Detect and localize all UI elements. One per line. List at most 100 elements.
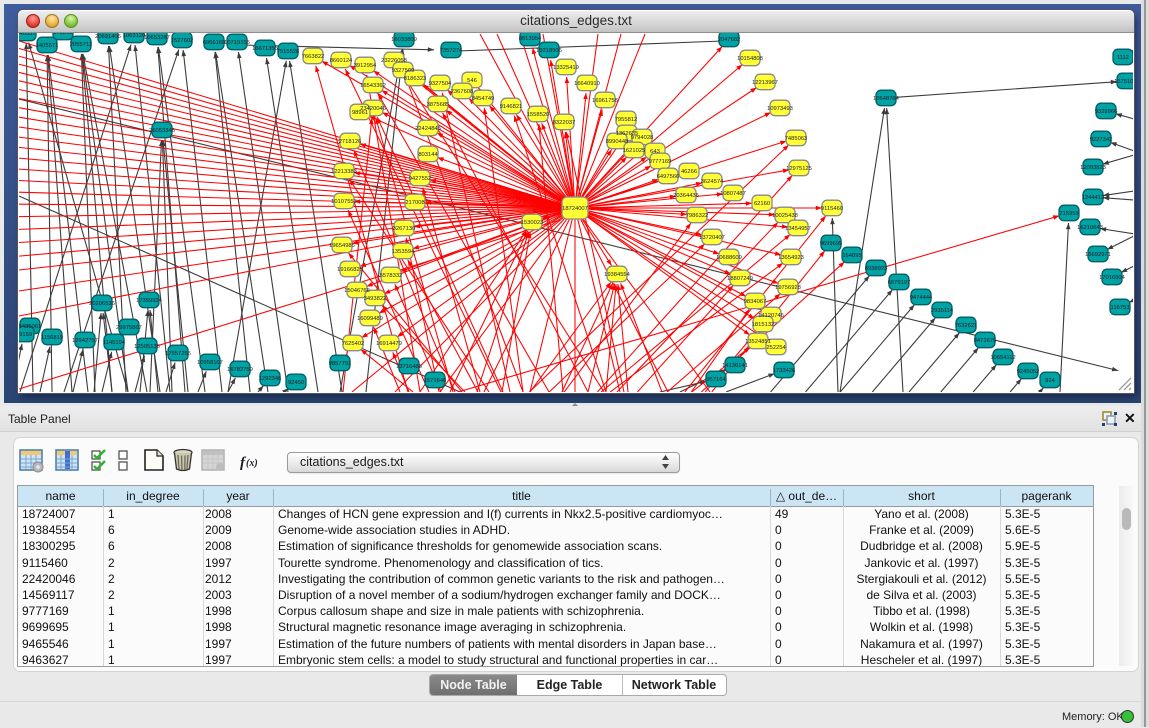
svg-text:10648764: 10648764 [873,96,900,102]
svg-text:98961: 98961 [352,110,368,116]
svg-text:217008: 217008 [405,200,424,206]
svg-text:12505135: 12505135 [134,344,160,350]
svg-text:9115460: 9115460 [821,206,843,212]
svg-text:8454749: 8454749 [472,96,495,102]
svg-text:8186323: 8186323 [404,76,427,82]
svg-text:8322037: 8322037 [553,120,576,126]
svg-text:9834067: 9834067 [744,299,767,305]
svg-text:12942757: 12942757 [72,338,98,344]
svg-text:10973493: 10973493 [767,106,793,112]
svg-text:14120746: 14120746 [758,313,784,319]
svg-text:16543362: 16543362 [360,83,386,89]
svg-text:23226058: 23226058 [381,58,407,64]
svg-text:3875685: 3875685 [427,102,450,108]
svg-text:643: 643 [650,149,660,155]
svg-text:2047682: 2047682 [718,37,741,43]
svg-text:15692971: 15692971 [1085,252,1111,258]
svg-text:2367608: 2367608 [451,89,474,95]
svg-text:12975125: 12975125 [786,166,812,172]
svg-text:17359924: 17359924 [136,298,163,304]
svg-text:3493822: 3493822 [364,296,387,302]
svg-text:924: 924 [1045,378,1055,384]
svg-text:2935114: 2935114 [931,308,954,314]
svg-text:5578332: 5578332 [380,273,403,279]
svg-text:19166825: 19166825 [337,267,363,273]
svg-text:7955812: 7955812 [615,117,638,123]
svg-text:8471676: 8471676 [974,338,997,344]
svg-text:10719155: 10719155 [224,40,250,46]
svg-text:20691406: 20691406 [95,34,121,40]
svg-text:7986322: 7986322 [686,213,709,219]
svg-text:7485063: 7485063 [785,136,808,142]
svg-text:20206536: 20206536 [89,301,115,307]
svg-text:3624574: 3624574 [701,179,724,185]
svg-text:1527602: 1527602 [171,38,194,44]
svg-text:1435061: 1435061 [19,324,41,330]
svg-text:1621025: 1621025 [623,148,646,154]
svg-text:1353594: 1353594 [392,249,415,255]
svg-text:46266: 46266 [681,169,697,175]
svg-text:9474444: 9474444 [910,295,933,301]
svg-text:12213383: 12213383 [331,169,357,175]
svg-text:3267130: 3267130 [393,226,416,232]
svg-text:803144: 803144 [418,152,438,158]
svg-text:92450: 92450 [288,380,304,386]
svg-text:19654985: 19654985 [329,243,355,249]
svg-text:1112: 1112 [1117,55,1129,61]
svg-text:10154808: 10154808 [737,56,763,62]
svg-text:9146821: 9146821 [500,104,523,110]
svg-text:13716485: 13716485 [396,364,422,370]
svg-text:18807249: 18807249 [727,276,753,282]
svg-text:(x): (x) [246,458,258,469]
svg-text:18724007: 18724007 [562,206,588,212]
svg-text:6497566: 6497566 [657,174,680,180]
svg-text:7663822: 7663822 [302,54,325,60]
svg-text:10107553: 10107553 [331,199,357,205]
svg-text:16210643: 16210643 [1077,225,1103,231]
svg-text:9699695: 9699695 [820,241,843,247]
svg-text:116753: 116753 [1111,305,1130,311]
svg-text:1530023: 1530023 [521,220,544,226]
svg-text:10688609: 10688609 [716,255,742,261]
svg-text:9327504: 9327504 [429,81,452,87]
svg-text:10807487: 10807487 [720,191,746,197]
svg-text:29975867: 29975867 [116,325,142,331]
svg-text:10654112: 10654112 [990,355,1015,361]
svg-text:39159: 39159 [19,332,32,338]
svg-text:873205: 873205 [53,33,72,36]
svg-text:16914479: 16914479 [376,341,402,347]
svg-text:7515526: 7515526 [277,49,300,55]
svg-text:10025438: 10025438 [772,213,798,219]
svg-text:14136141: 14136141 [722,363,748,369]
svg-text:26053346: 26053346 [149,128,175,134]
svg-text:10958107: 10958107 [197,360,223,366]
svg-text:19756928: 19756928 [775,285,801,291]
svg-text:16640910: 16640910 [574,81,600,87]
svg-text:13454957: 13454957 [785,226,811,232]
svg-text:8660124: 8660124 [330,58,353,64]
svg-text:6879197: 6879197 [888,280,911,286]
svg-text:13654923: 13654923 [778,255,804,261]
svg-text:16099489: 16099489 [357,316,383,322]
svg-text:9329966: 9329966 [1095,109,1118,115]
svg-text:215955: 215955 [1059,211,1078,217]
svg-text:12093823: 12093823 [1080,165,1106,171]
svg-text:22424845: 22424845 [415,126,441,132]
svg-text:1571648: 1571648 [424,378,447,384]
svg-text:546: 546 [467,78,477,84]
svg-text:16033809: 16033809 [391,37,417,43]
svg-text:1405571: 1405571 [36,43,59,49]
svg-text:1145194: 1145194 [103,340,126,346]
svg-text:16782759: 16782759 [227,367,253,373]
svg-text:1292346: 1292346 [259,376,282,382]
svg-text:7632621: 7632621 [955,323,978,329]
svg-text:13325419: 13325419 [553,65,579,71]
svg-text:17957255: 17957255 [165,351,191,357]
svg-text:12213967: 12213967 [752,80,778,86]
svg-text:9427552: 9427552 [409,176,432,182]
svg-text:9777169: 9777169 [649,159,672,165]
svg-text:2055712: 2055712 [70,42,93,48]
svg-text:9227342: 9227342 [1090,137,1113,143]
svg-text:15751074: 15751074 [1114,79,1133,85]
svg-text:252254: 252254 [766,345,786,351]
